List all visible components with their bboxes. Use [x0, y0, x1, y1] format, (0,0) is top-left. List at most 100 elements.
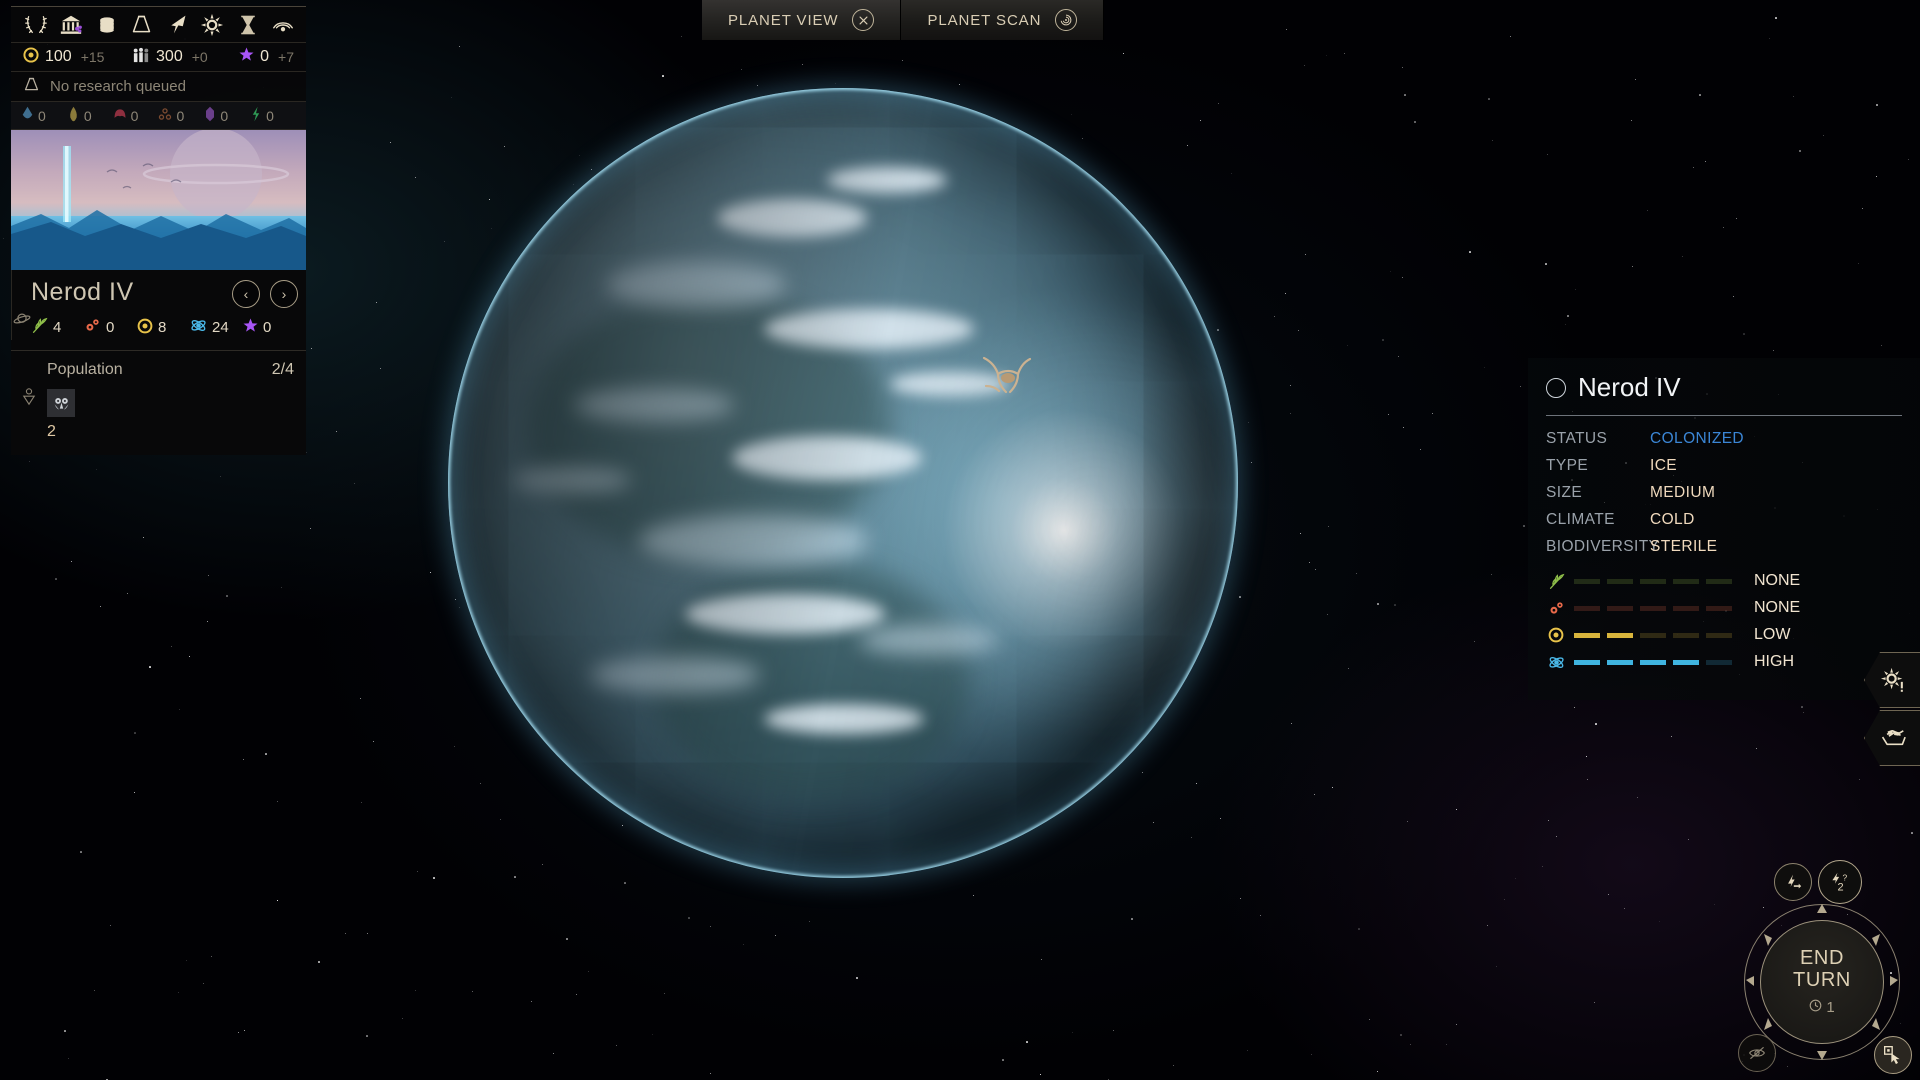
- strategic-titanium[interactable]: 0: [21, 106, 67, 125]
- resource-influence[interactable]: 0 +7: [239, 47, 294, 67]
- research-queue-status[interactable]: No research queued: [11, 72, 306, 102]
- attribute-value: STERILE: [1650, 538, 1717, 556]
- influence-star-icon[interactable]: [199, 12, 225, 38]
- population-label: Population: [47, 361, 123, 379]
- research-queue-label: No research queued: [50, 78, 186, 95]
- close-icon[interactable]: [852, 9, 874, 31]
- strategic-quadrinix[interactable]: 0: [250, 106, 296, 125]
- idle-ships-button[interactable]: ? 2: [1818, 860, 1862, 904]
- bar-level-label: NONE: [1754, 572, 1800, 590]
- fleet-ship-marker[interactable]: [978, 352, 1032, 400]
- planet-info-header: Nerod IV: [1546, 372, 1902, 403]
- bar-pip: [1673, 606, 1699, 611]
- planet-attribute-row: STATUS COLONIZED: [1546, 430, 1902, 448]
- dust-delta: +15: [81, 49, 105, 65]
- laurel-wreath-icon[interactable]: [23, 12, 49, 38]
- fleet-quick-buttons: ? 2: [1774, 860, 1862, 904]
- hyperium-icon: [67, 106, 80, 125]
- empire-resource-bar: 100 +15 300 +0 0 +7: [11, 43, 306, 72]
- diplomacy-icon[interactable]: [270, 12, 296, 38]
- adamantian-value: 0: [131, 108, 139, 124]
- pop-unit-icon[interactable]: [47, 389, 75, 417]
- next-movement-button[interactable]: [1774, 863, 1812, 901]
- bar-pip: [1574, 633, 1600, 638]
- bar-pip: [1706, 579, 1732, 584]
- planet-stat-influence[interactable]: 0: [243, 318, 296, 337]
- bar-pip: [1607, 660, 1633, 665]
- bar-pip: [1640, 660, 1666, 665]
- planet-stat-dust[interactable]: 8: [137, 318, 190, 338]
- quadrinix-value: 0: [266, 108, 274, 124]
- adamantian-icon: [113, 107, 127, 124]
- bar-pip: [1574, 660, 1600, 665]
- resource-bar-dust: LOW: [1546, 626, 1902, 644]
- bar-pips: [1574, 579, 1732, 584]
- turn-number: 1: [1826, 999, 1834, 1016]
- science-atom-icon: [190, 317, 207, 338]
- strategic-adamantian[interactable]: 0: [113, 107, 159, 124]
- resource-bar-food: NONE: [1546, 572, 1902, 590]
- game-screen: PLANET VIEW PLANET SCAN 100 +15 300 +0 0…: [0, 0, 1920, 1080]
- expansion-arrow-icon[interactable]: [164, 12, 190, 38]
- planet-stat-science[interactable]: 24: [190, 317, 243, 338]
- industry-gears-icon: [1546, 600, 1566, 617]
- end-turn-control: ? 2 END TURN 1: [1732, 856, 1912, 1076]
- attribute-value: MEDIUM: [1650, 484, 1715, 502]
- planet-card-stats: 4 0 8 24 0: [31, 317, 296, 338]
- end-turn-line1: END: [1800, 948, 1844, 970]
- attribute-value: COLD: [1650, 511, 1695, 529]
- population-icon: [132, 47, 150, 68]
- bar-level-label: HIGH: [1754, 653, 1794, 671]
- research-flask-icon: [23, 76, 40, 97]
- planet-attribute-row: BIODIVERSITY STERILE: [1546, 538, 1902, 556]
- strategic-mithrite[interactable]: 0: [204, 106, 250, 125]
- population-count: 2/4: [272, 361, 294, 379]
- government-icon[interactable]: [58, 12, 84, 38]
- population-delta: +0: [192, 49, 208, 65]
- tab-planet-scan[interactable]: PLANET SCAN: [901, 0, 1104, 40]
- visibility-toggle-button[interactable]: [1738, 1034, 1776, 1072]
- bar-pip: [1574, 606, 1600, 611]
- bar-pip: [1640, 606, 1666, 611]
- food-wheat-icon: [1546, 573, 1566, 590]
- strategic-orichalcix[interactable]: 0: [158, 107, 204, 124]
- empire-alert-button[interactable]: [1864, 652, 1920, 708]
- planet-rim-light: [448, 88, 1238, 878]
- influence-delta: +7: [278, 49, 294, 65]
- resource-dust[interactable]: 100 +15: [23, 47, 132, 68]
- empire-hud-panel: 100 +15 300 +0 0 +7 No research queued 0…: [11, 6, 306, 455]
- tab-planet-view[interactable]: PLANET VIEW: [702, 0, 901, 40]
- selection-mode-button[interactable]: [1874, 1036, 1912, 1074]
- planet-attribute-row: SIZE MEDIUM: [1546, 484, 1902, 502]
- end-turn-button[interactable]: END TURN 1: [1760, 920, 1884, 1044]
- trade-route-button[interactable]: [1864, 710, 1920, 766]
- mithrite-icon: [204, 106, 216, 125]
- planet-stat-food[interactable]: 4: [31, 317, 84, 338]
- science-atom-icon: [1546, 654, 1566, 671]
- svg-text:2: 2: [1837, 881, 1843, 893]
- bar-pip: [1607, 606, 1633, 611]
- turn-counter: 1: [1809, 999, 1834, 1016]
- scan-icon[interactable]: [1055, 9, 1077, 31]
- planet-nav-buttons: ‹ ›: [232, 280, 298, 308]
- resource-population[interactable]: 300 +0: [132, 47, 239, 68]
- planet-stat-industry[interactable]: 0: [84, 317, 137, 338]
- food-wheat-icon: [31, 317, 48, 338]
- view-tab-bar: PLANET VIEW PLANET SCAN: [702, 0, 1104, 40]
- next-planet-button[interactable]: ›: [270, 280, 298, 308]
- attribute-key: CLIMATE: [1546, 511, 1650, 529]
- coins-icon[interactable]: [94, 12, 120, 38]
- research-flask-icon[interactable]: [129, 12, 155, 38]
- planet-attribute-row: CLIMATE COLD: [1546, 511, 1902, 529]
- bar-pip: [1706, 633, 1732, 638]
- strategic-resources-bar: 0 0 0 0 0 0: [11, 102, 306, 130]
- strategic-hyperium[interactable]: 0: [67, 106, 113, 125]
- previous-planet-button[interactable]: ‹: [232, 280, 260, 308]
- titanium-value: 0: [38, 108, 46, 124]
- tab-planet-scan-label: PLANET SCAN: [927, 12, 1041, 29]
- industry-gears-icon: [84, 317, 101, 338]
- bar-pips: [1574, 660, 1732, 665]
- planet-stat-dust-value: 8: [158, 319, 166, 336]
- influence-value: 0: [260, 48, 269, 66]
- hourglass-icon[interactable]: [235, 12, 261, 38]
